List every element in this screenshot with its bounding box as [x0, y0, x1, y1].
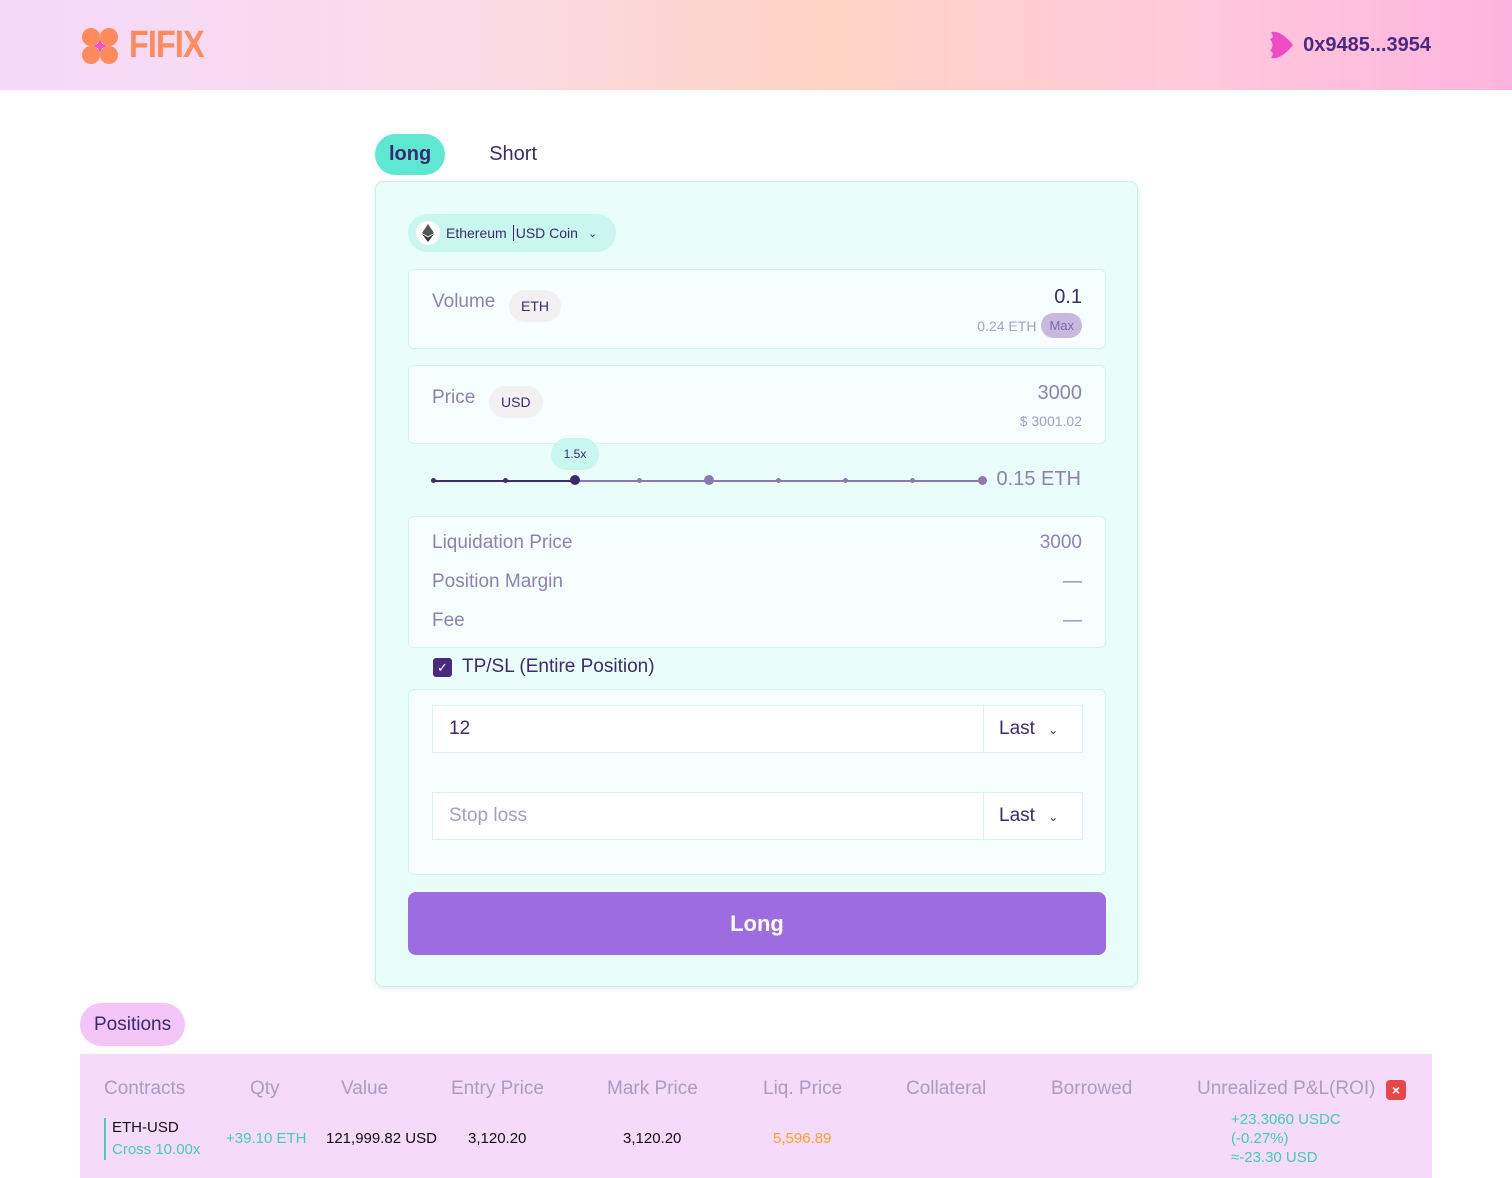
tp-mode-select[interactable]: Last ⌄ — [983, 706, 1082, 752]
tpsl-label: TP/SL (Entire Position) — [462, 656, 655, 677]
roi: (-0.27%) — [1231, 1130, 1289, 1147]
leverage-amount: 0.15 ETH — [996, 468, 1081, 490]
liq-price: 5,596.89 — [773, 1130, 832, 1147]
price-label: Price — [432, 387, 476, 408]
contract-name: ETH-USD — [112, 1119, 179, 1136]
stop-loss-placeholder[interactable]: Stop loss — [433, 793, 983, 839]
close-all-icon[interactable]: × — [1386, 1080, 1406, 1100]
logo-text: FIFIX — [129, 24, 205, 66]
column-header: Mark Price — [607, 1078, 698, 1099]
column-header: Contracts — [104, 1078, 186, 1099]
pnl-usd: ≈-23.30 USD — [1231, 1149, 1318, 1166]
value: 121,999.82 USD — [326, 1130, 437, 1147]
pair-selector[interactable]: Ethereum USD Coin ⌄ — [408, 214, 616, 252]
summary-value: — — [1063, 610, 1082, 631]
tpsl-panel: 12 Last ⌄ Stop loss Last ⌄ — [408, 689, 1106, 875]
pair-base: Ethereum — [446, 225, 507, 241]
column-header: Unrealized P&L(ROI) — [1197, 1078, 1376, 1099]
column-header: Collateral — [906, 1078, 987, 1099]
column-header: Qty — [250, 1078, 280, 1099]
header: FIFIX 0x9485...3954 — [0, 0, 1512, 90]
column-header: Borrowed — [1051, 1078, 1133, 1099]
wallet-heart-icon — [1270, 31, 1294, 59]
price-sub: $ 3001.02 — [1019, 413, 1082, 429]
logo-flower-icon — [82, 27, 118, 64]
chevron-down-icon: ⌄ — [1048, 723, 1059, 737]
order-form: Ethereum USD Coin ⌄ Volume ETH 0.1 0.24 … — [375, 181, 1138, 987]
column-header: Entry Price — [451, 1078, 544, 1099]
leverage-tooltip: 1.5x — [551, 438, 599, 470]
mark-price: 3,120.20 — [623, 1130, 682, 1147]
slider-handle[interactable] — [570, 475, 580, 485]
volume-balance: 0.24 ETH — [977, 317, 1037, 334]
price-unit: USD — [489, 386, 543, 418]
qty: +39.10 ETH — [226, 1130, 307, 1147]
take-profit-input[interactable]: 12 Last ⌄ — [432, 705, 1083, 753]
summary-label: Liquidation Price — [432, 532, 573, 553]
tab-long[interactable]: long — [375, 134, 446, 175]
entry-price: 3,120.20 — [468, 1130, 527, 1147]
chevron-down-icon: ⌄ — [587, 227, 598, 240]
order-summary: Liquidation Price 3000 Position Margin — F… — [408, 516, 1106, 648]
ethereum-icon — [416, 221, 440, 245]
volume-field[interactable]: Volume ETH 0.1 0.24 ETH Max — [408, 269, 1106, 349]
long-submit-button[interactable]: Long — [408, 892, 1106, 955]
pnl: +23.3060 USDC — [1231, 1111, 1341, 1128]
tab-short[interactable]: Short — [475, 134, 551, 175]
tpsl-checkbox[interactable]: ✓ — [433, 657, 452, 677]
take-profit-value[interactable]: 12 — [433, 706, 983, 752]
positions-table: Contracts Qty Value Entry Price Mark Pri… — [80, 1054, 1432, 1178]
column-header: Liq. Price — [763, 1078, 843, 1099]
column-header: Value — [341, 1078, 389, 1099]
side-tabs: long Short — [375, 134, 551, 175]
volume-unit: ETH — [509, 290, 561, 322]
wallet-address: 0x9485...3954 — [1303, 33, 1431, 56]
positions-tab[interactable]: Positions — [80, 1003, 186, 1046]
stop-loss-input[interactable]: Stop loss Last ⌄ — [432, 792, 1083, 840]
summary-label: Position Margin — [432, 571, 563, 592]
max-button[interactable]: Max — [1041, 313, 1082, 338]
summary-label: Fee — [432, 610, 465, 631]
summary-value: — — [1063, 571, 1082, 592]
volume-label: Volume — [432, 291, 496, 312]
price-value[interactable]: 3000 — [1038, 382, 1083, 405]
volume-value[interactable]: 0.1 — [1054, 286, 1082, 309]
sl-mode-select[interactable]: Last ⌄ — [983, 793, 1082, 839]
logo[interactable]: FIFIX — [81, 24, 217, 67]
pair-quote: USD Coin — [515, 225, 578, 241]
wallet-button[interactable]: 0x9485...3954 — [1267, 30, 1431, 60]
summary-value: 3000 — [1039, 532, 1082, 553]
margin-mode: Cross 10.00x — [112, 1141, 201, 1158]
leverage-slider[interactable] — [431, 475, 987, 485]
chevron-down-icon: ⌄ — [1048, 810, 1059, 824]
price-field[interactable]: Price USD 3000 $ 3001.02 — [408, 365, 1106, 444]
